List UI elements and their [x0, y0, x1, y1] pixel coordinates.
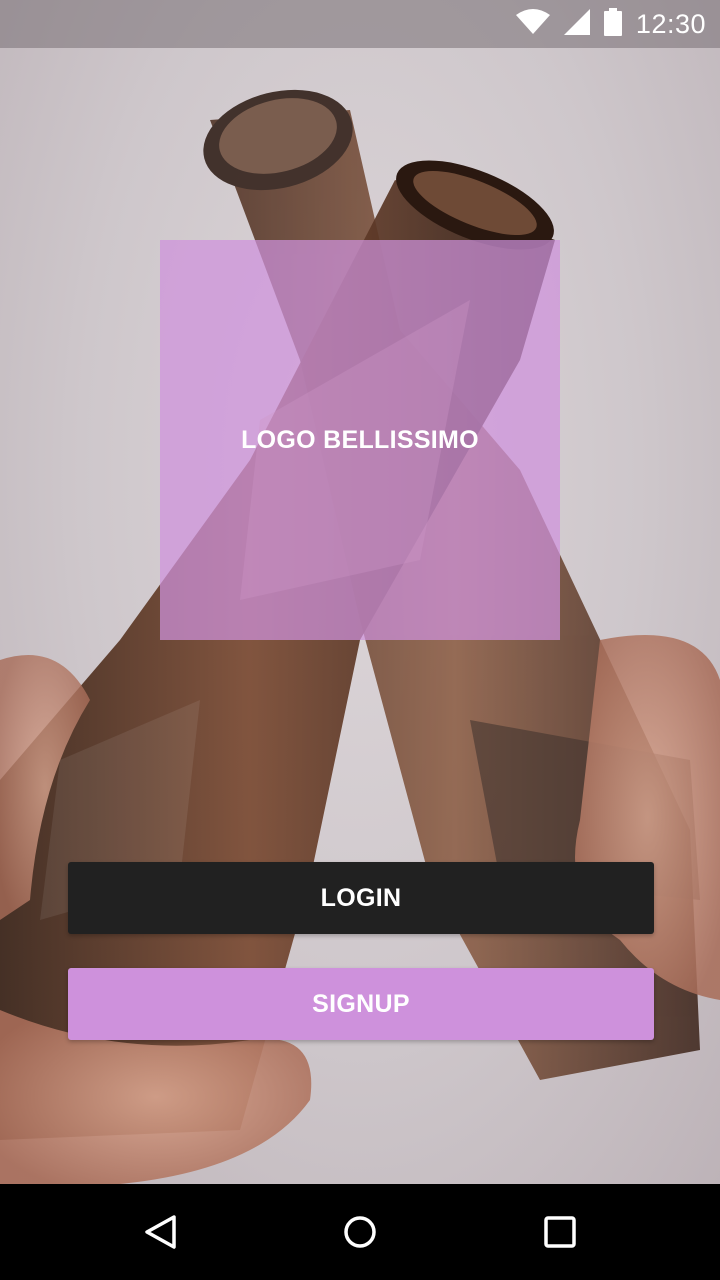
recents-icon[interactable] [536, 1208, 584, 1256]
logo-text: LOGO BELLISSIMO [241, 425, 479, 454]
signup-button[interactable]: SIGNUP [68, 968, 654, 1040]
login-button[interactable]: LOGIN [68, 862, 654, 934]
status-bar: 12:30 [0, 0, 720, 48]
navigation-bar [0, 1184, 720, 1280]
status-time: 12:30 [635, 8, 706, 39]
logo-box: LOGO BELLISSIMO [160, 240, 560, 640]
wifi-icon [515, 8, 550, 40]
cell-signal-icon [563, 8, 590, 40]
back-icon[interactable] [136, 1208, 184, 1256]
battery-icon [603, 7, 622, 41]
home-icon[interactable] [336, 1208, 384, 1256]
